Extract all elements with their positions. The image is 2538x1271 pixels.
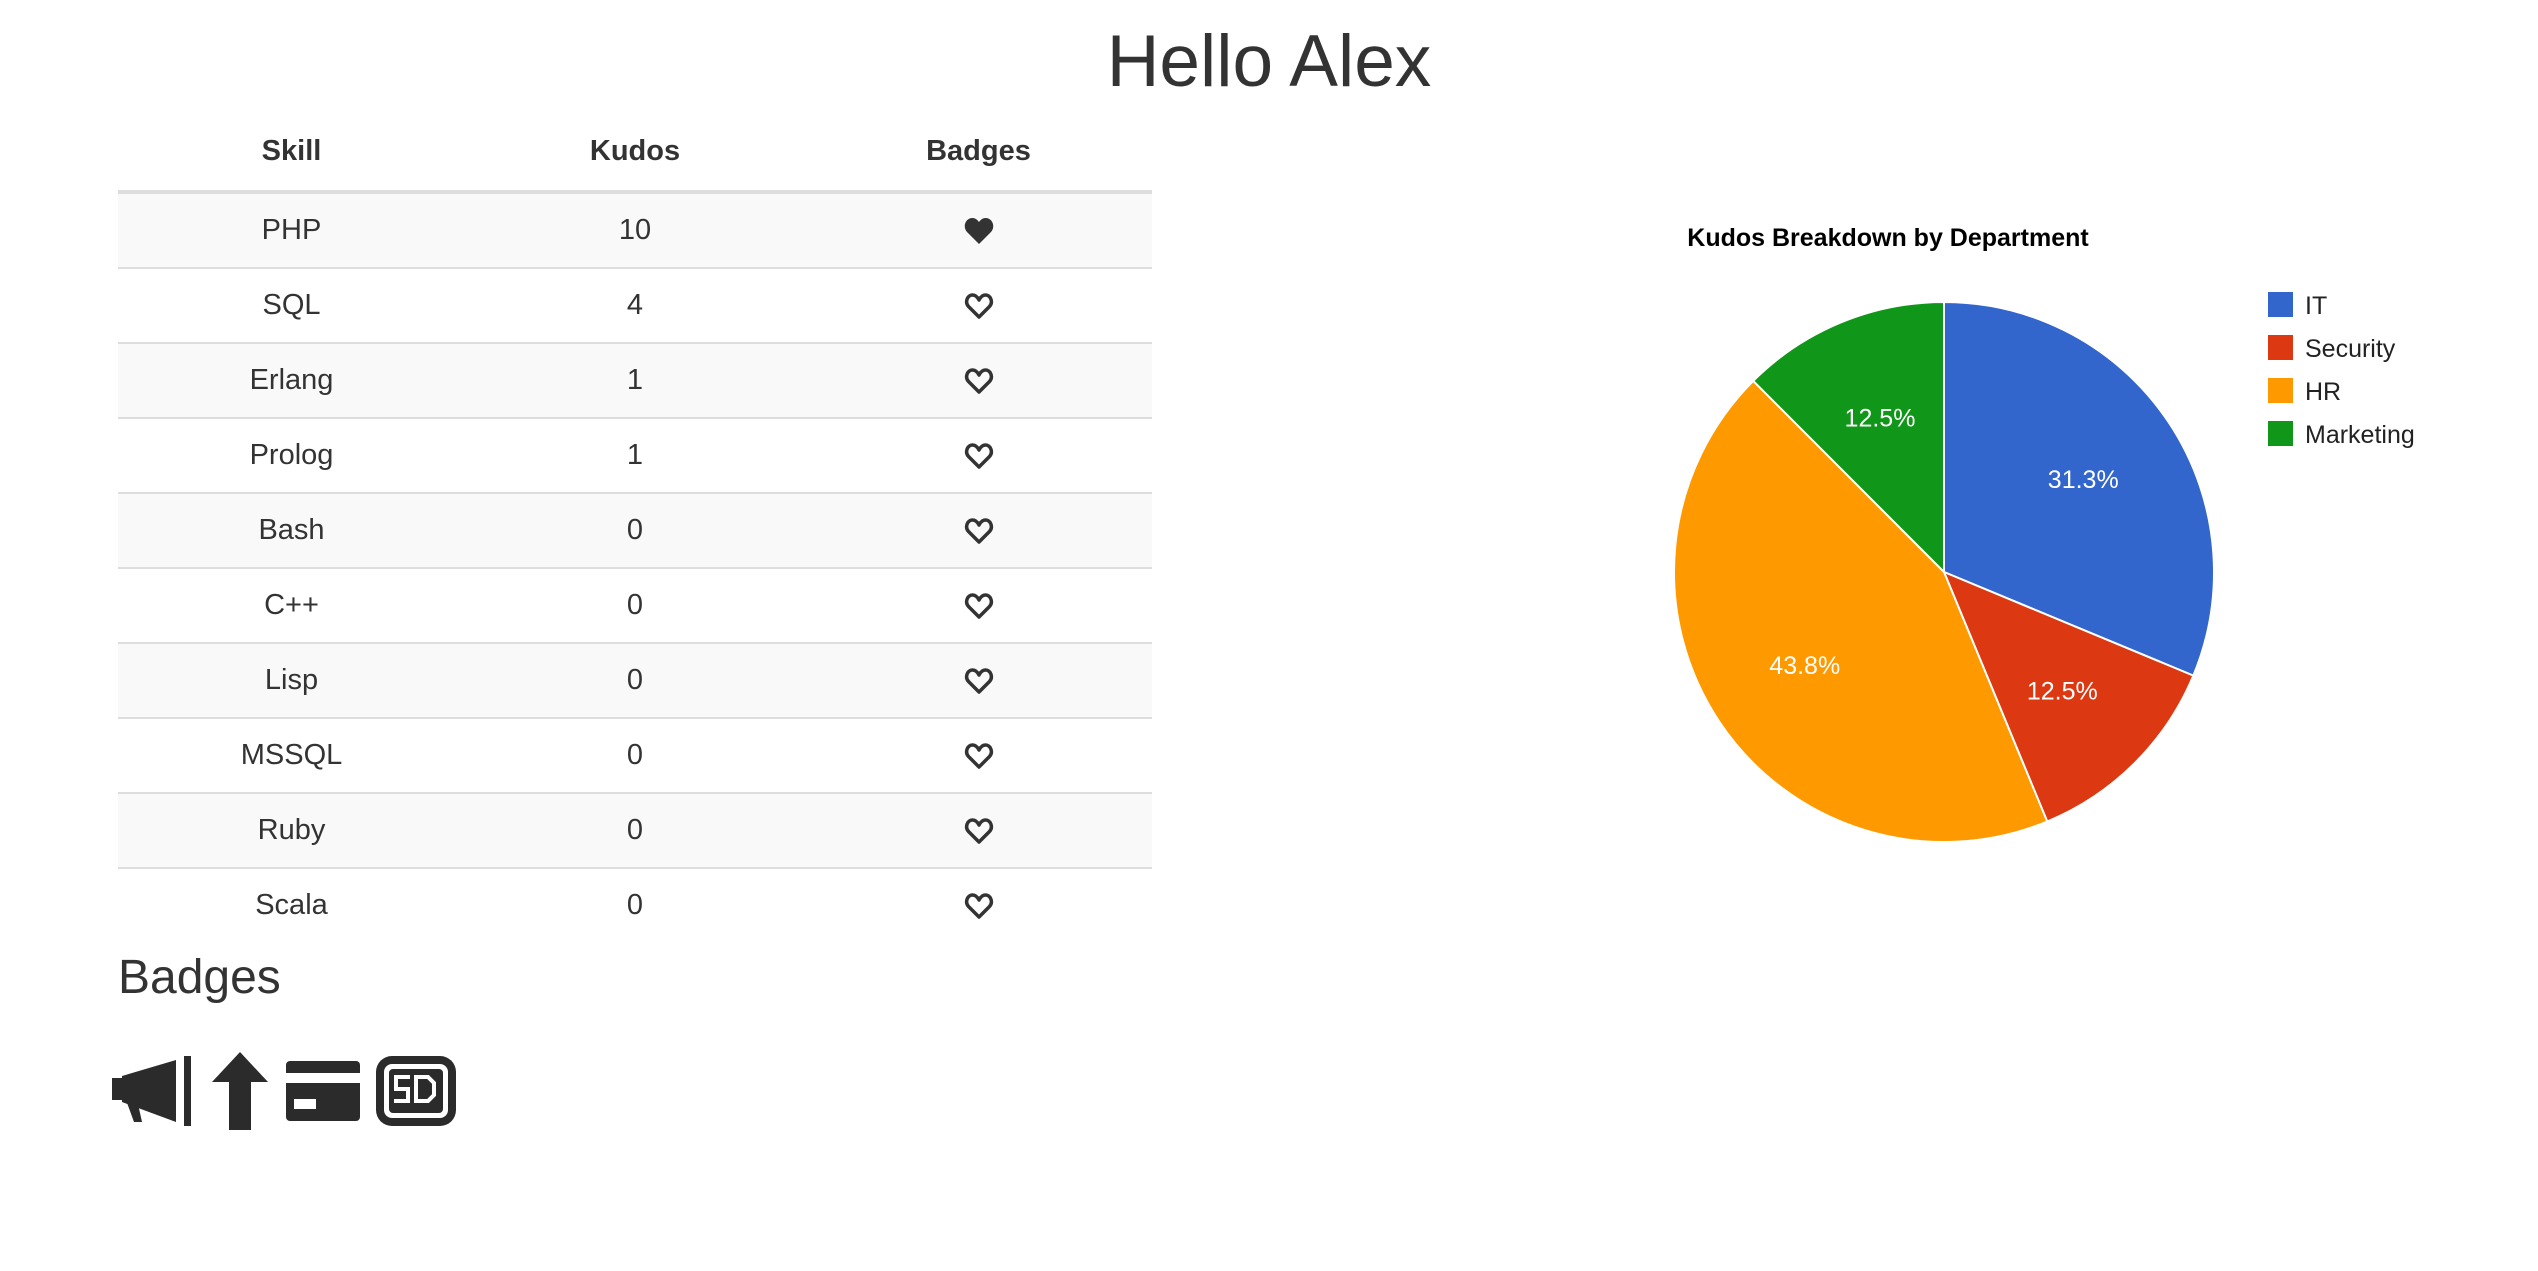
- chart-title: Kudos Breakdown by Department: [1687, 224, 2089, 252]
- pie-data-label: 43.8%: [1769, 652, 1840, 680]
- legend-label: Marketing: [2305, 421, 2415, 449]
- legend-swatch: [2268, 378, 2293, 403]
- legend-item-security[interactable]: Security: [2268, 335, 2396, 363]
- legend-item-hr[interactable]: HR: [2268, 378, 2341, 406]
- legend-swatch: [2268, 421, 2293, 446]
- legend-label: HR: [2305, 378, 2341, 406]
- chart-area: Kudos Breakdown by Department 31.3% 12.5%…: [0, 0, 2538, 1266]
- legend-label: IT: [2305, 292, 2327, 320]
- legend-item-marketing[interactable]: Marketing: [2268, 421, 2415, 449]
- legend-label: Security: [2305, 335, 2396, 363]
- pie-chart: Kudos Breakdown by Department 31.3% 12.5%…: [1673, 224, 2415, 843]
- legend-item-it[interactable]: IT: [2268, 292, 2327, 320]
- pie-data-label: 12.5%: [1845, 404, 1916, 432]
- pie-data-label: 31.3%: [2048, 466, 2119, 494]
- legend-swatch: [2268, 335, 2293, 360]
- pie-data-label: 12.5%: [2027, 677, 2098, 705]
- legend-swatch: [2268, 292, 2293, 317]
